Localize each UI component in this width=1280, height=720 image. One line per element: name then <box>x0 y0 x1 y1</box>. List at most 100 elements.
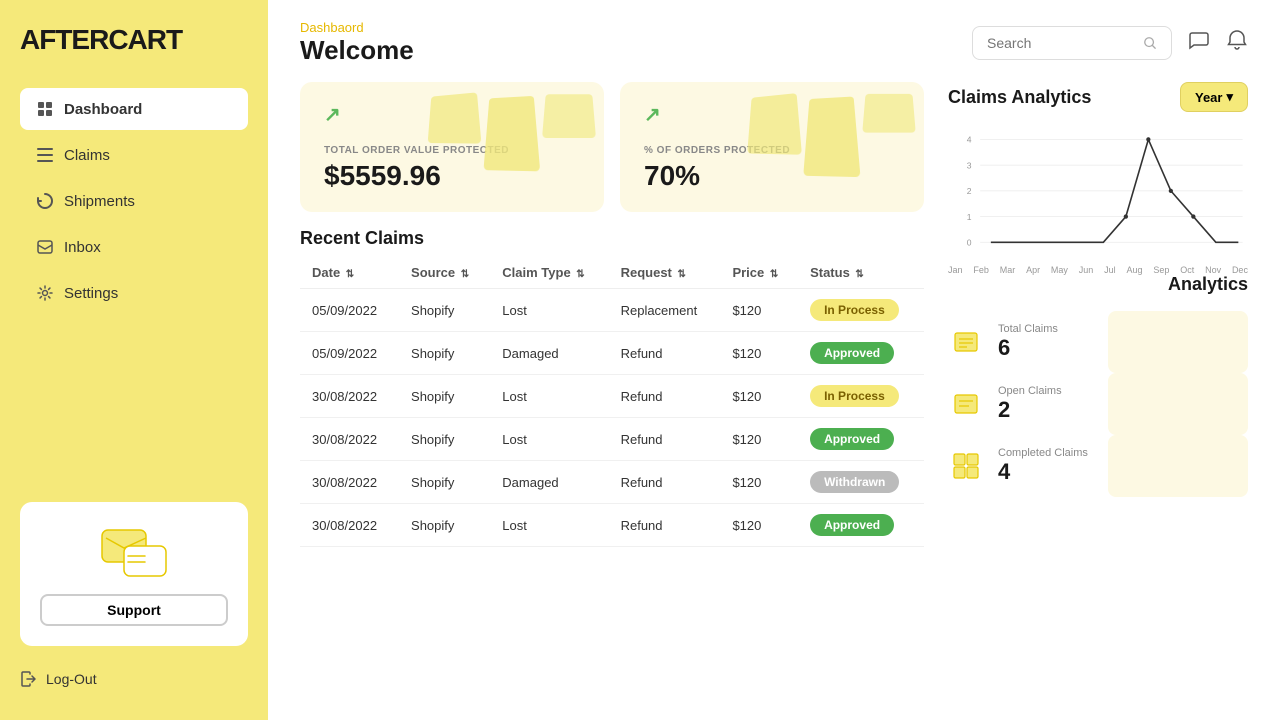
header: Dashbaord Welcome <box>268 0 1280 66</box>
sidebar-item-label: Settings <box>64 285 118 302</box>
search-box[interactable] <box>972 26 1172 60</box>
status-badge: Withdrawn <box>810 471 899 493</box>
year-label: Year <box>1195 90 1222 105</box>
claims-table: Date ⇅ Source ⇅ Claim Type ⇅ Request ⇅ P… <box>300 257 924 547</box>
cell-request: Refund <box>609 504 721 547</box>
cell-price: $120 <box>720 289 798 332</box>
col-source[interactable]: Source ⇅ <box>399 257 490 289</box>
svg-text:4: 4 <box>967 135 972 145</box>
analytics-chart: 4 3 2 1 0 <box>948 128 1248 258</box>
cell-type: Lost <box>490 504 608 547</box>
arrow-icon-2: ↗ <box>644 102 661 127</box>
svg-text:2: 2 <box>967 186 972 196</box>
col-price[interactable]: Price ⇅ <box>720 257 798 289</box>
analytics-cards: Total Claims 6 Open Cla <box>948 311 1248 704</box>
sidebar: AFTERCART Dashboard Claims <box>0 0 268 720</box>
cell-type: Lost <box>490 289 608 332</box>
cell-source: Shopify <box>399 375 490 418</box>
sidebar-item-settings[interactable]: Settings <box>20 272 248 314</box>
table-row[interactable]: 30/08/2022 Shopify Lost Refund $120 Appr… <box>300 504 924 547</box>
sidebar-item-shipments[interactable]: Shipments <box>20 180 248 222</box>
main-content: Dashbaord Welcome <box>268 0 1280 720</box>
logout-label: Log-Out <box>46 671 97 687</box>
cell-status: Approved <box>798 418 924 461</box>
messages-icon[interactable] <box>1188 29 1210 57</box>
cell-source: Shopify <box>399 418 490 461</box>
support-icon <box>94 522 174 582</box>
status-badge: Approved <box>810 342 894 364</box>
sidebar-nav: Dashboard Claims Shipments <box>20 88 248 318</box>
stat-card-decoration-2 <box>742 82 924 212</box>
table-row[interactable]: 30/08/2022 Shopify Lost Refund $120 In P… <box>300 375 924 418</box>
cell-price: $120 <box>720 375 798 418</box>
status-badge: In Process <box>810 299 899 321</box>
content-right: Claims Analytics Year ▾ 4 3 <box>948 82 1248 704</box>
completed-claims-label: Completed Claims <box>998 447 1088 459</box>
page-title: Welcome <box>300 35 414 66</box>
inbox-icon <box>36 238 54 256</box>
sidebar-item-claims[interactable]: Claims <box>20 134 248 176</box>
search-input[interactable] <box>987 35 1135 51</box>
content-left: ↗ TOTAL ORDER VALUE PROTECTED $5559.96 ↗… <box>300 82 924 704</box>
cell-source: Shopify <box>399 289 490 332</box>
cell-request: Replacement <box>609 289 721 332</box>
table-row[interactable]: 05/09/2022 Shopify Lost Replacement $120… <box>300 289 924 332</box>
analytics-title: Claims Analytics <box>948 87 1091 108</box>
arrow-icon: ↗ <box>324 102 341 127</box>
cell-date: 30/08/2022 <box>300 375 399 418</box>
sidebar-item-label: Inbox <box>64 239 101 256</box>
svg-text:1: 1 <box>967 212 972 222</box>
cell-type: Damaged <box>490 332 608 375</box>
cell-request: Refund <box>609 375 721 418</box>
cell-date: 30/08/2022 <box>300 418 399 461</box>
claims-section: Recent Claims Date ⇅ Source ⇅ Claim Type… <box>300 228 924 547</box>
claims-title: Recent Claims <box>300 228 924 249</box>
table-row[interactable]: 30/08/2022 Shopify Lost Refund $120 Appr… <box>300 418 924 461</box>
header-title-area: Dashbaord Welcome <box>300 20 414 66</box>
year-filter-button[interactable]: Year ▾ <box>1180 82 1248 112</box>
support-button[interactable]: Support <box>40 594 228 626</box>
completed-claims-value: 4 <box>998 459 1088 485</box>
col-request[interactable]: Request ⇅ <box>609 257 721 289</box>
stat-card-order-value: ↗ TOTAL ORDER VALUE PROTECTED $5559.96 <box>300 82 604 212</box>
notifications-icon[interactable] <box>1226 29 1248 57</box>
stat-card-decoration <box>422 82 604 212</box>
sidebar-item-inbox[interactable]: Inbox <box>20 226 248 268</box>
cell-date: 05/09/2022 <box>300 289 399 332</box>
stat-card-orders-protected: ↗ % OF ORDERS PROTECTED 70% <box>620 82 924 212</box>
header-actions <box>972 26 1248 60</box>
table-row[interactable]: 30/08/2022 Shopify Damaged Refund $120 W… <box>300 461 924 504</box>
cell-status: Approved <box>798 504 924 547</box>
logout-button[interactable]: Log-Out <box>20 662 248 696</box>
sidebar-item-label: Shipments <box>64 193 135 210</box>
cell-type: Damaged <box>490 461 608 504</box>
total-claims-icon <box>948 324 984 360</box>
svg-text:3: 3 <box>967 160 972 170</box>
analytics-card-open: Open Claims 2 <box>948 373 1248 435</box>
cell-source: Shopify <box>399 332 490 375</box>
claims-icon <box>36 146 54 164</box>
cell-date: 05/09/2022 <box>300 332 399 375</box>
total-claims-value: 6 <box>998 335 1058 361</box>
content-area: ↗ TOTAL ORDER VALUE PROTECTED $5559.96 ↗… <box>268 66 1280 720</box>
support-card: Support <box>20 502 248 646</box>
table-row[interactable]: 05/09/2022 Shopify Damaged Refund $120 A… <box>300 332 924 375</box>
cell-request: Refund <box>609 461 721 504</box>
cell-status: In Process <box>798 375 924 418</box>
analytics-right-title: Analytics <box>948 274 1248 295</box>
status-badge: Approved <box>810 428 894 450</box>
chevron-down-icon: ▾ <box>1226 89 1233 105</box>
cell-source: Shopify <box>399 461 490 504</box>
cell-price: $120 <box>720 418 798 461</box>
col-type[interactable]: Claim Type ⇅ <box>490 257 608 289</box>
cell-date: 30/08/2022 <box>300 504 399 547</box>
open-claims-icon <box>948 386 984 422</box>
col-date[interactable]: Date ⇅ <box>300 257 399 289</box>
sidebar-item-dashboard[interactable]: Dashboard <box>20 88 248 130</box>
logo: AFTERCART <box>20 24 248 56</box>
cell-request: Refund <box>609 418 721 461</box>
cell-price: $120 <box>720 332 798 375</box>
stats-row: ↗ TOTAL ORDER VALUE PROTECTED $5559.96 ↗… <box>300 82 924 212</box>
col-status[interactable]: Status ⇅ <box>798 257 924 289</box>
chart-container: 4 3 2 1 0 JanFebMarAprMayJunJulAugSepOct… <box>948 128 1248 258</box>
